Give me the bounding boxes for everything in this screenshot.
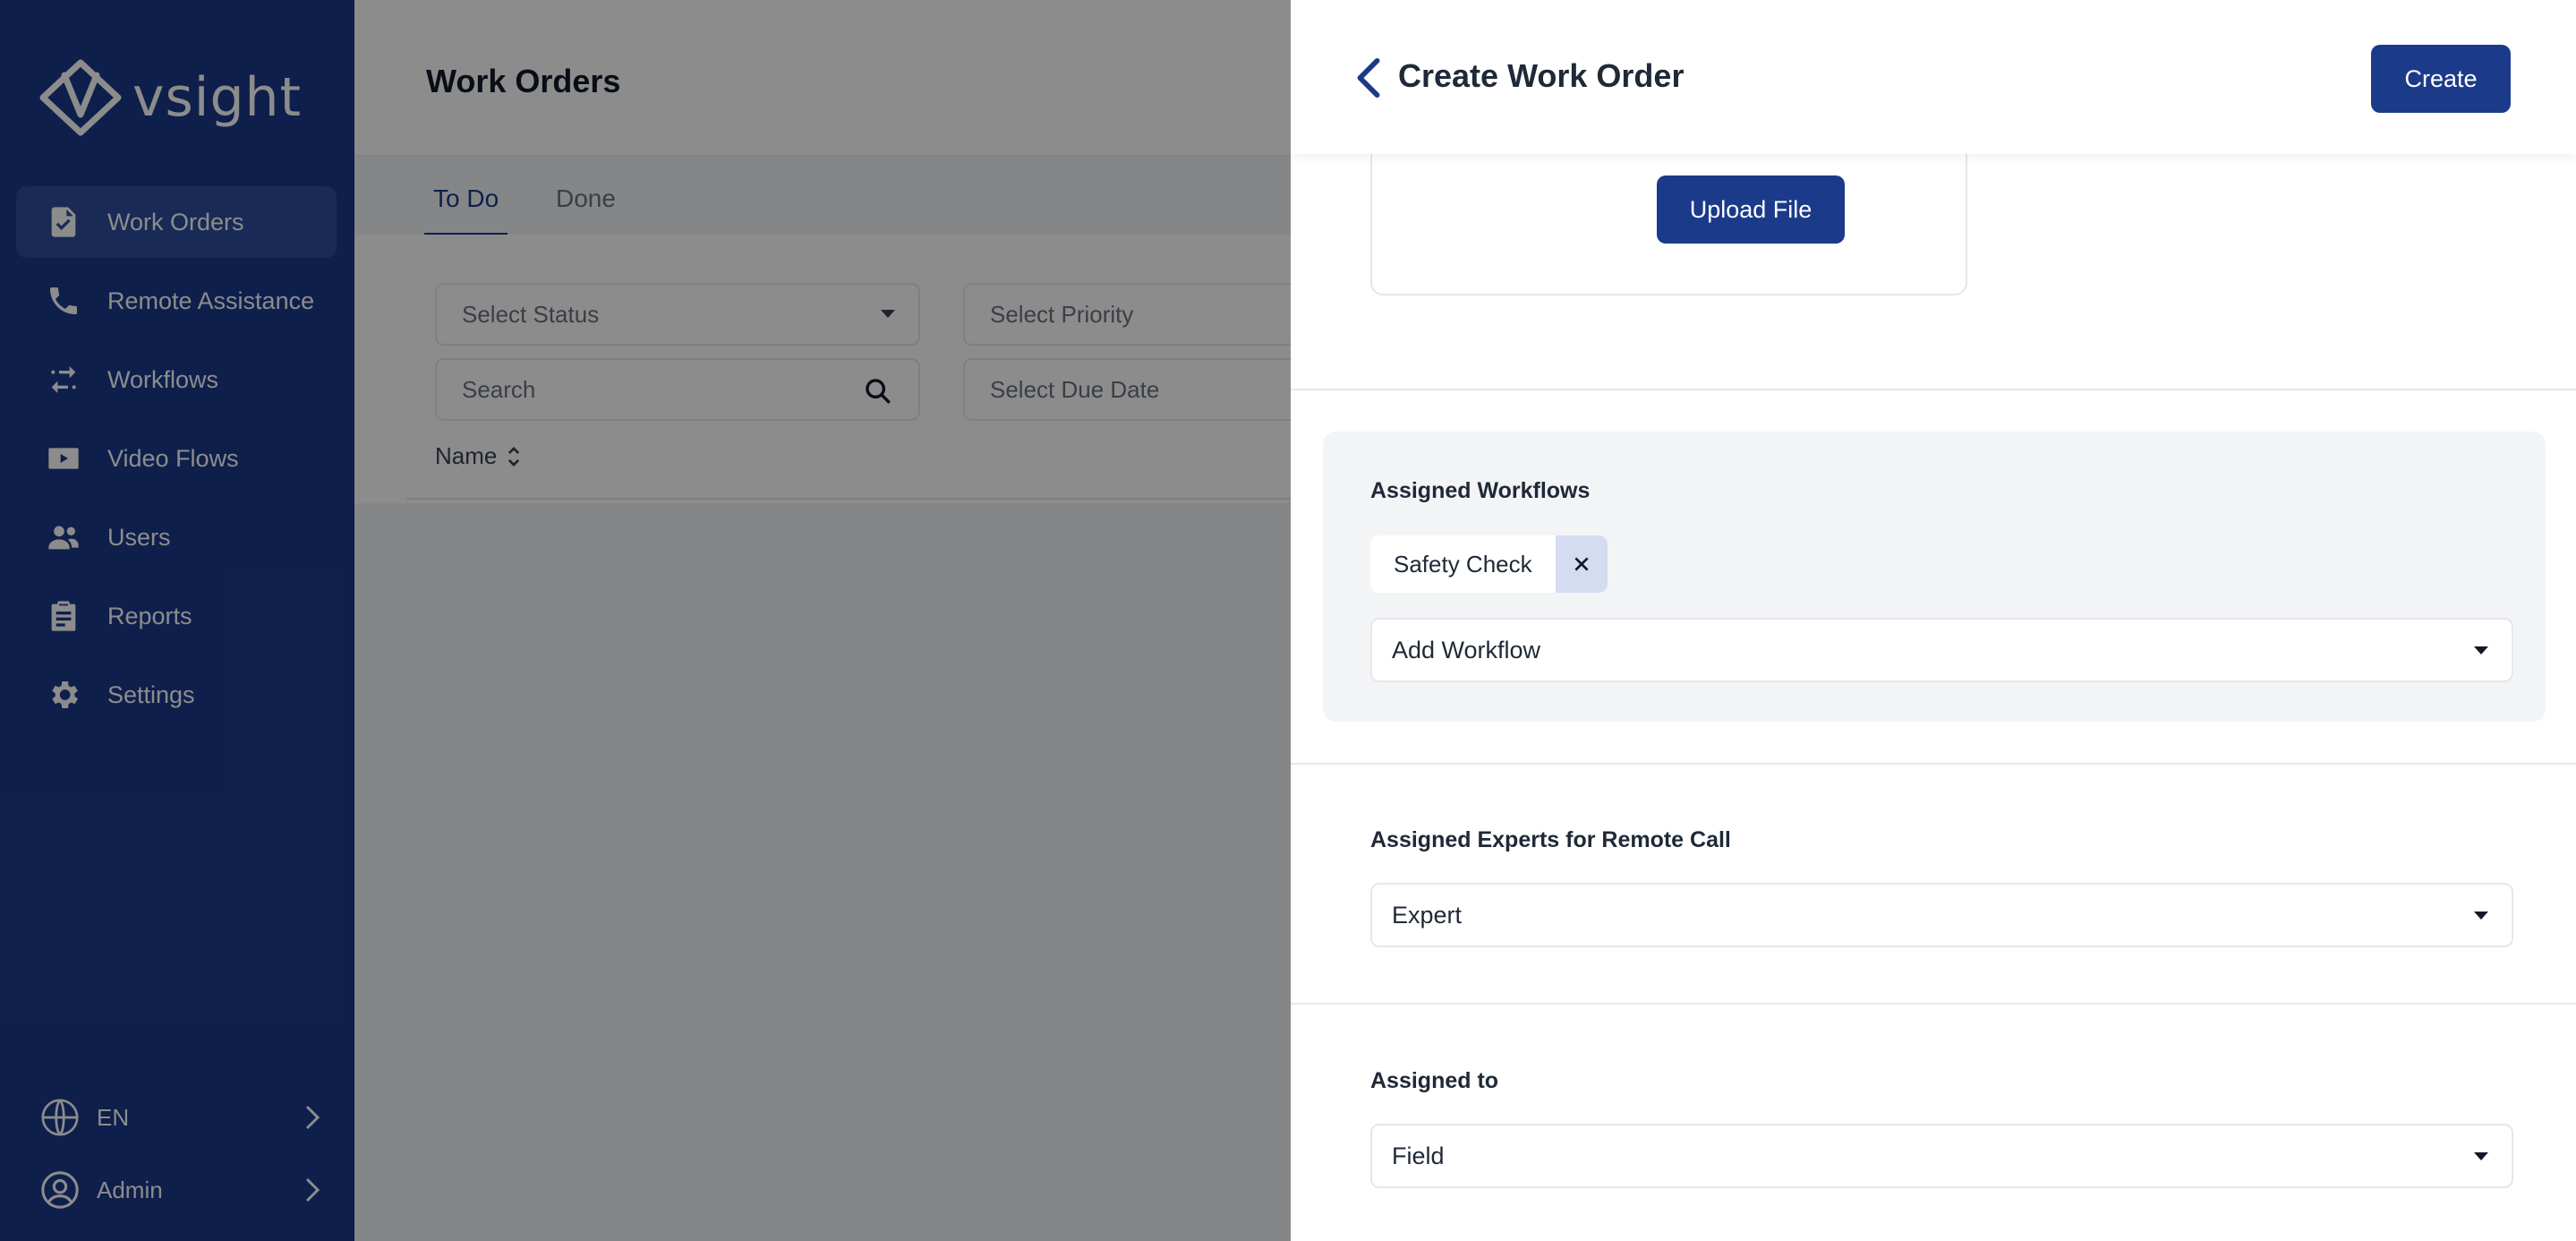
assigned-workflows-label: Assigned Workflows: [1370, 478, 1591, 503]
section-divider: [1291, 1003, 2576, 1005]
close-icon: [1574, 557, 1589, 571]
chevron-left-icon: [1357, 57, 1380, 98]
modal-overlay[interactable]: [0, 0, 1291, 1241]
workflow-chip: Safety Check: [1370, 535, 1608, 593]
assigned-to-label: Assigned to: [1370, 1068, 1499, 1093]
expert-select-value: Expert: [1392, 901, 1463, 929]
workflow-chip-label: Safety Check: [1370, 535, 1556, 593]
caret-down-icon: [2474, 1152, 2488, 1160]
assigned-workflows-section: Assigned Workflows Safety Check Add Work…: [1323, 432, 2546, 722]
remove-workflow-button[interactable]: [1555, 535, 1608, 593]
assigned-to-select[interactable]: Field: [1370, 1124, 2513, 1188]
add-workflow-placeholder: Add Workflow: [1392, 636, 1541, 663]
create-button[interactable]: Create: [2371, 45, 2511, 113]
drawer-title: Create Work Order: [1398, 57, 1685, 94]
add-workflow-select[interactable]: Add Workflow: [1370, 618, 2513, 682]
back-button[interactable]: [1353, 57, 1384, 98]
upload-file-button[interactable]: Upload File: [1657, 175, 1845, 244]
assigned-to-value: Field: [1392, 1142, 1445, 1169]
upload-file-label: Upload File: [1689, 195, 1813, 223]
drawer-header: Create Work Order Create: [1291, 0, 2576, 154]
section-divider: [1291, 763, 2576, 765]
section-divider: [1291, 389, 2576, 390]
file-upload-area: Upload File: [1370, 134, 1967, 295]
create-work-order-drawer: Create Work Order Create Upload File Ass…: [1291, 0, 2576, 1241]
caret-down-icon: [2474, 646, 2488, 655]
expert-select[interactable]: Expert: [1370, 883, 2513, 947]
assigned-experts-label: Assigned Experts for Remote Call: [1370, 827, 1731, 852]
caret-down-icon: [2474, 911, 2488, 920]
